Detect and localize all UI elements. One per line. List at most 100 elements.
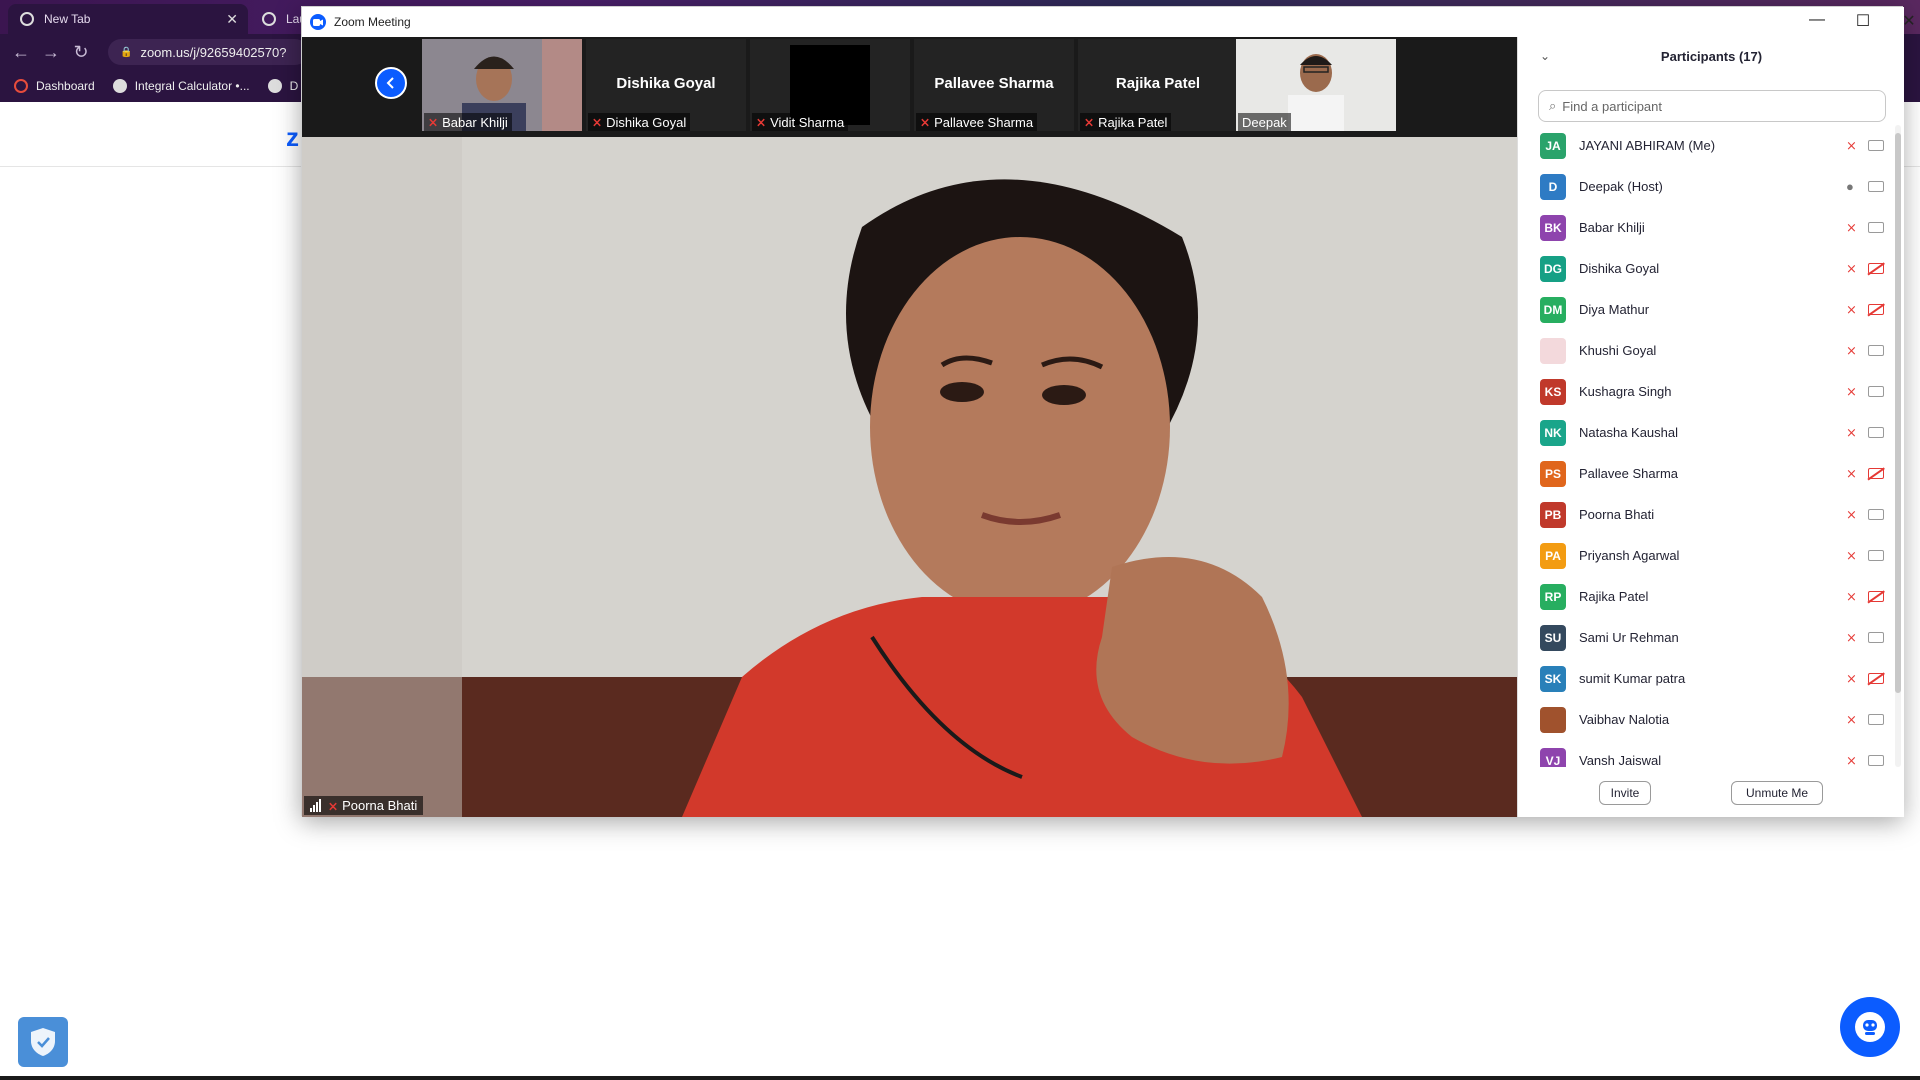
mic-muted-icon[interactable]: ⨯ xyxy=(1846,220,1857,236)
video-off-icon[interactable] xyxy=(1868,468,1884,479)
thumbnail-rajika-patel[interactable]: Rajika Patel ⨯ Rajika Patel xyxy=(1078,39,1238,131)
invite-button[interactable]: Invite xyxy=(1599,781,1651,805)
mic-muted-icon[interactable]: ⨯ xyxy=(1846,589,1857,605)
participant-name: Poorna Bhati xyxy=(1579,507,1655,522)
back-icon[interactable]: ← xyxy=(6,42,36,63)
mic-muted-icon[interactable]: ⨯ xyxy=(1846,343,1857,359)
minimize-icon[interactable]: — xyxy=(1802,11,1832,33)
search-placeholder: Find a participant xyxy=(1562,98,1663,114)
signal-strength-icon xyxy=(310,799,322,812)
dashboard-icon xyxy=(14,79,28,93)
video-camera-icon[interactable] xyxy=(1868,345,1884,356)
video-off-icon[interactable] xyxy=(1868,263,1884,274)
participant-row[interactable]: DG Dishika Goyal ⨯ xyxy=(1518,248,1893,289)
video-camera-icon[interactable] xyxy=(1868,222,1884,233)
video-area: ⨯ Babar Khilji Dishika Goyal ⨯ Dishika Goy… xyxy=(302,37,1517,817)
participant-row[interactable]: DM Diya Mathur ⨯ xyxy=(1518,289,1893,330)
bookmark-label: Dashboard xyxy=(36,79,95,93)
mic-muted-icon[interactable]: ⨯ xyxy=(1846,671,1857,687)
participant-name: JAYANI ABHIRAM (Me) xyxy=(1579,138,1716,153)
avatar: BK xyxy=(1540,214,1566,241)
participant-name: Vaibhav Nalotia xyxy=(1579,712,1670,727)
participant-row[interactable]: Khushi Goyal ⨯ xyxy=(1518,330,1893,371)
mic-muted-icon[interactable]: ⨯ xyxy=(1846,466,1857,482)
participant-row[interactable]: SU Sami Ur Rehman ⨯ xyxy=(1518,617,1893,658)
mic-muted-icon[interactable]: ⨯ xyxy=(1846,261,1857,277)
thumbnail-babar-khilji[interactable]: ⨯ Babar Khilji xyxy=(422,39,582,131)
chatbot-icon[interactable] xyxy=(1840,997,1900,1057)
bookmark-third[interactable]: D xyxy=(267,79,298,93)
maximize-icon[interactable]: ☐ xyxy=(1848,11,1878,33)
mic-muted-icon[interactable]: ⨯ xyxy=(1846,138,1857,154)
thumbnail-label: ⨯ Pallavee Sharma xyxy=(916,113,1038,131)
participant-row[interactable]: PS Pallavee Sharma ⨯ xyxy=(1518,453,1893,494)
participant-row[interactable]: VJ Vansh Jaiswal ⨯ xyxy=(1518,740,1893,767)
video-camera-icon[interactable] xyxy=(1868,386,1884,397)
thumbnail-vidit-sharma[interactable]: ⨯ Vidit Sharma xyxy=(750,39,910,131)
mic-muted-icon[interactable]: ⨯ xyxy=(1846,548,1857,564)
thumbnail-deepak[interactable]: Deepak xyxy=(1236,39,1396,131)
scrollbar-thumb[interactable] xyxy=(1895,133,1901,693)
participant-row[interactable]: PA Priyansh Agarwal ⨯ xyxy=(1518,535,1893,576)
video-camera-icon[interactable] xyxy=(1868,550,1884,561)
unmute-me-button[interactable]: Unmute Me xyxy=(1731,781,1823,805)
video-camera-icon[interactable] xyxy=(1868,181,1884,192)
mic-muted-icon: ⨯ xyxy=(920,115,931,129)
participant-row[interactable]: BK Babar Khilji ⨯ xyxy=(1518,207,1893,248)
forward-icon[interactable]: → xyxy=(36,42,66,63)
previous-page-button[interactable] xyxy=(375,67,407,99)
address-bar[interactable]: 🔒 zoom.us/j/92659402570? xyxy=(108,39,308,65)
mic-muted-icon[interactable]: ⨯ xyxy=(1846,753,1857,768)
mic-muted-icon[interactable]: ⨯ xyxy=(1846,630,1857,646)
mic-muted-icon: ⨯ xyxy=(328,798,339,813)
avatar: DG xyxy=(1540,255,1566,282)
avatar: PS xyxy=(1540,460,1566,487)
video-camera-icon[interactable] xyxy=(1868,755,1884,766)
participant-name: Dishika Goyal xyxy=(1579,261,1660,276)
close-icon[interactable]: ✕ xyxy=(1894,11,1920,33)
participant-search-input[interactable]: ⌕ Find a participant xyxy=(1538,90,1886,122)
thumbnail-dishika-goyal[interactable]: Dishika Goyal ⨯ Dishika Goyal xyxy=(586,39,746,131)
mic-muted-icon[interactable]: ⨯ xyxy=(1846,425,1857,441)
video-camera-icon[interactable] xyxy=(1868,632,1884,643)
bookmark-integral-calculator[interactable]: Integral Calculator •... xyxy=(112,79,250,93)
microphone-icon[interactable]: ● xyxy=(1846,179,1854,194)
speaker-name: Poorna Bhati xyxy=(342,798,418,813)
participant-name: Babar Khilji xyxy=(1579,220,1645,235)
active-speaker-video: ⨯ Poorna Bhati xyxy=(302,137,1517,817)
thumbnail-pallavee-sharma[interactable]: Pallavee Sharma ⨯ Pallavee Sharma xyxy=(914,39,1074,131)
mic-muted-icon[interactable]: ⨯ xyxy=(1846,302,1857,318)
participant-row[interactable]: Vaibhav Nalotia ⨯ xyxy=(1518,699,1893,740)
tab-title: New Tab xyxy=(44,12,91,26)
participant-row[interactable]: NK Natasha Kaushal ⨯ xyxy=(1518,412,1893,453)
lock-icon: 🔒 xyxy=(120,46,133,58)
close-icon[interactable]: ✕ xyxy=(226,11,238,28)
video-camera-icon[interactable] xyxy=(1868,427,1884,438)
video-camera-icon[interactable] xyxy=(1868,714,1884,725)
participant-list-scrollbar[interactable] xyxy=(1895,125,1901,767)
video-camera-icon[interactable] xyxy=(1868,140,1884,151)
video-off-icon[interactable] xyxy=(1868,673,1884,684)
shield-icon[interactable] xyxy=(18,1017,68,1067)
participant-row[interactable]: D Deepak (Host) ● xyxy=(1518,166,1893,207)
mic-muted-icon: ⨯ xyxy=(428,115,439,129)
participant-name: Priyansh Agarwal xyxy=(1579,548,1680,563)
video-off-icon[interactable] xyxy=(1868,591,1884,602)
mic-muted-icon[interactable]: ⨯ xyxy=(1846,507,1857,523)
tab-new-tab[interactable]: New Tab ✕ xyxy=(8,4,248,34)
mic-muted-icon: ⨯ xyxy=(592,115,603,129)
avatar xyxy=(1540,706,1566,733)
participant-row[interactable]: KS Kushagra Singh ⨯ xyxy=(1518,371,1893,412)
participant-row[interactable]: RP Rajika Patel ⨯ xyxy=(1518,576,1893,617)
video-camera-icon[interactable] xyxy=(1868,509,1884,520)
thumbnail-label: ⨯ Vidit Sharma xyxy=(752,113,849,131)
participant-row[interactable]: SK sumit Kumar patra ⨯ xyxy=(1518,658,1893,699)
participant-row[interactable]: JA JAYANI ABHIRAM (Me) ⨯ xyxy=(1518,125,1893,166)
bookmark-dashboard[interactable]: Dashboard xyxy=(14,79,95,93)
mic-muted-icon[interactable]: ⨯ xyxy=(1846,384,1857,400)
participant-name: Natasha Kaushal xyxy=(1579,425,1679,440)
participant-row[interactable]: PB Poorna Bhati ⨯ xyxy=(1518,494,1893,535)
video-off-icon[interactable] xyxy=(1868,304,1884,315)
reload-icon[interactable]: ↻ xyxy=(66,42,96,63)
mic-muted-icon[interactable]: ⨯ xyxy=(1846,712,1857,728)
